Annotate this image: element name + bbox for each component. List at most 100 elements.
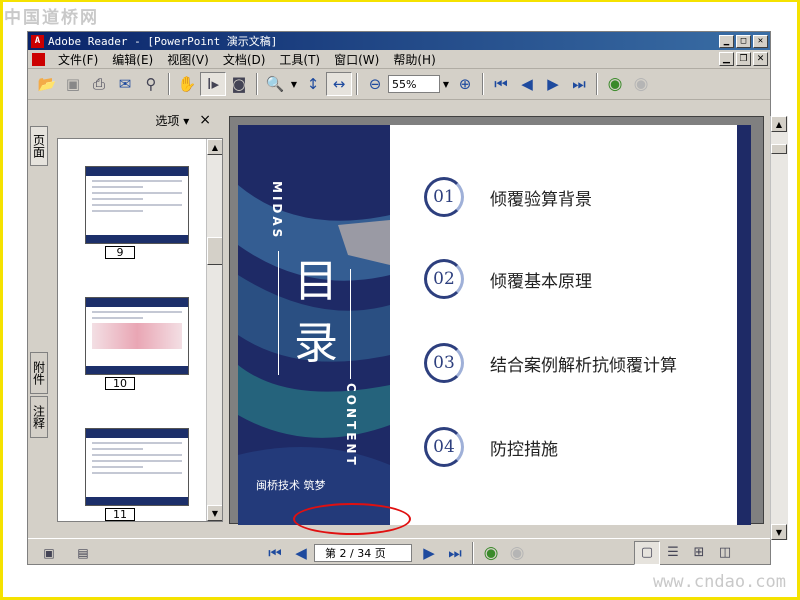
close-button[interactable]: ✕ bbox=[753, 34, 768, 48]
page-options-icon[interactable]: ▤ bbox=[70, 541, 96, 565]
page-thumbnail[interactable] bbox=[85, 428, 189, 506]
toc-item: 03 结合案例解析抗倾覆计算 bbox=[424, 343, 677, 383]
doc-restore-button[interactable]: ❐ bbox=[736, 52, 751, 66]
doc-scrollbar-thumb[interactable] bbox=[771, 144, 787, 154]
doc-scroll-down-icon[interactable]: ▼ bbox=[771, 524, 787, 540]
scroll-down-icon[interactable]: ▼ bbox=[207, 505, 222, 521]
thumbnail-scrollbar[interactable]: ▲ ▼ bbox=[206, 139, 222, 521]
previous-page-icon[interactable]: ◀ bbox=[514, 72, 540, 96]
toolbar-separator bbox=[596, 73, 598, 95]
facing-view-icon[interactable]: ⊞ bbox=[686, 541, 712, 565]
toc-item: 04 防控措施 bbox=[424, 427, 558, 467]
zoom-out-icon[interactable]: ⊖ bbox=[362, 72, 388, 96]
thumbnail-panel-header: 选项 ▾ × bbox=[49, 104, 221, 136]
scrollbar-thumb[interactable] bbox=[207, 237, 222, 265]
toc-text: 结合案例解析抗倾覆计算 bbox=[490, 355, 677, 376]
fit-height-icon[interactable]: ↕ bbox=[300, 72, 326, 96]
open-icon[interactable]: 📂 bbox=[34, 72, 60, 96]
window-controls: ▁ □ ✕ bbox=[719, 34, 770, 48]
slide-right-strip bbox=[737, 125, 751, 525]
zoom-level-input[interactable]: 55% bbox=[388, 75, 440, 93]
toc-item: 01 倾覆验算背景 bbox=[424, 177, 592, 217]
menu-help[interactable]: 帮助(H) bbox=[386, 51, 442, 68]
toolbar-separator bbox=[356, 73, 358, 95]
highlight-circle bbox=[293, 503, 411, 535]
page-thumbnail[interactable] bbox=[85, 166, 189, 244]
menu-bar: 文件(F) 编辑(E) 视图(V) 文档(D) 工具(T) 窗口(W) 帮助(H… bbox=[28, 50, 770, 69]
tab-attachments[interactable]: 附件 bbox=[30, 352, 48, 394]
search-binoculars-icon[interactable]: ⚲ bbox=[138, 72, 164, 96]
last-page-icon[interactable]: ⏭ bbox=[566, 72, 592, 96]
doc-minimize-button[interactable]: ▁ bbox=[719, 52, 734, 66]
watermark-top: 中国道桥网 bbox=[4, 8, 99, 28]
thumbnail-page-number: 9 bbox=[105, 246, 135, 259]
document-vertical-scrollbar[interactable]: ▲ ▼ bbox=[770, 116, 787, 540]
doc-scroll-up-icon[interactable]: ▲ bbox=[771, 116, 787, 132]
select-text-icon[interactable]: I▸ bbox=[200, 72, 226, 96]
hand-tool-icon[interactable]: ✋ bbox=[174, 72, 200, 96]
back-icon[interactable]: ◉ bbox=[602, 72, 628, 96]
doc-close-button[interactable]: ✕ bbox=[753, 52, 768, 66]
menu-document[interactable]: 文档(D) bbox=[216, 51, 273, 68]
toc-number: 03 bbox=[424, 343, 464, 383]
zoom-in-tool-icon[interactable]: 🔍 bbox=[262, 72, 288, 96]
status-next-page-icon[interactable]: ▶ bbox=[416, 541, 442, 565]
fit-width-icon[interactable]: ↔ bbox=[326, 72, 352, 96]
menu-view[interactable]: 视图(V) bbox=[160, 51, 216, 68]
zoom-dropdown-chevron-icon[interactable]: ▼ bbox=[440, 80, 452, 89]
single-page-view-icon[interactable]: ▢ bbox=[634, 540, 660, 565]
menu-edit[interactable]: 编辑(E) bbox=[105, 51, 160, 68]
chevron-down-icon[interactable]: ▼ bbox=[288, 80, 300, 89]
toc-number: 04 bbox=[424, 427, 464, 467]
status-first-page-icon[interactable]: ⏮ bbox=[262, 541, 288, 565]
zoom-in-icon[interactable]: ⊕ bbox=[452, 72, 478, 96]
status-back-icon[interactable]: ◉ bbox=[478, 541, 504, 565]
menu-tools[interactable]: 工具(T) bbox=[272, 51, 327, 68]
status-forward-icon[interactable]: ◉ bbox=[504, 541, 530, 565]
vertical-line bbox=[278, 251, 279, 375]
page-number-input[interactable]: 第 2 / 34 页 bbox=[314, 543, 412, 562]
slide-page: MIDAS 目录 CONTENT 闽桥技术 筑梦 01 倾覆验算背景 02 倾覆… bbox=[238, 125, 751, 525]
forward-icon[interactable]: ◉ bbox=[628, 72, 654, 96]
toolbar: 📂 ▣ ⎙ ✉ ⚲ ✋ I▸ ◙ 🔍 ▼ ↕ ↔ ⊖ 55% ▼ ⊕ ⏮ ◀ ▶… bbox=[28, 69, 770, 100]
reader-window: A Adobe Reader - [PowerPoint 演示文稿] ▁ □ ✕… bbox=[27, 31, 788, 565]
scroll-up-icon[interactable]: ▲ bbox=[207, 139, 222, 155]
slide-logo: 闽桥技术 筑梦 bbox=[256, 479, 326, 492]
menu-window[interactable]: 窗口(W) bbox=[327, 51, 386, 68]
document-view[interactable]: MIDAS 目录 CONTENT 闽桥技术 筑梦 01 倾覆验算背景 02 倾覆… bbox=[229, 116, 764, 525]
status-previous-page-icon[interactable]: ◀ bbox=[288, 541, 314, 565]
single-page-toggle-icon[interactable]: ▣ bbox=[36, 541, 62, 565]
options-button[interactable]: 选项 ▾ bbox=[155, 112, 189, 129]
adobe-reader-icon: A bbox=[31, 34, 44, 48]
toc-number: 02 bbox=[424, 259, 464, 299]
side-tabs: 页面 附件 注释 bbox=[28, 104, 49, 544]
toolbar-separator bbox=[256, 73, 258, 95]
status-last-page-icon[interactable]: ⏭ bbox=[442, 541, 468, 565]
tab-comments[interactable]: 注释 bbox=[30, 396, 48, 438]
toolbar-separator bbox=[168, 73, 170, 95]
thumbnail-page-number: 11 bbox=[105, 508, 135, 521]
page-thumbnail[interactable] bbox=[85, 297, 189, 375]
first-page-icon[interactable]: ⏮ bbox=[488, 72, 514, 96]
title-bar: A Adobe Reader - [PowerPoint 演示文稿] ▁ □ ✕ bbox=[28, 32, 770, 50]
minimize-button[interactable]: ▁ bbox=[719, 34, 734, 48]
continuous-facing-view-icon[interactable]: ◫ bbox=[712, 541, 738, 565]
next-page-icon[interactable]: ▶ bbox=[540, 72, 566, 96]
window-title: Adobe Reader - [PowerPoint 演示文稿] bbox=[48, 35, 278, 48]
menu-file[interactable]: 文件(F) bbox=[51, 51, 105, 68]
print-icon[interactable]: ⎙ bbox=[86, 72, 112, 96]
document-window-controls: ▁ ❐ ✕ bbox=[719, 52, 770, 66]
thumbnail-list[interactable]: 9 10 11 ▲ ▼ bbox=[57, 138, 223, 522]
maximize-button[interactable]: □ bbox=[736, 34, 751, 48]
midas-vertical-text: MIDAS bbox=[270, 181, 284, 241]
tab-pages[interactable]: 页面 bbox=[30, 126, 48, 166]
save-icon[interactable]: ▣ bbox=[60, 72, 86, 96]
close-panel-icon[interactable]: × bbox=[199, 112, 211, 128]
email-icon[interactable]: ✉ bbox=[112, 72, 138, 96]
continuous-view-icon[interactable]: ☰ bbox=[660, 541, 686, 565]
thumbnail-page-number: 10 bbox=[105, 377, 135, 390]
slide-left-panel: MIDAS 目录 CONTENT 闽桥技术 筑梦 bbox=[238, 125, 390, 525]
content-vertical-text: CONTENT bbox=[344, 383, 358, 468]
status-separator bbox=[472, 541, 474, 564]
snapshot-icon[interactable]: ◙ bbox=[226, 72, 252, 96]
